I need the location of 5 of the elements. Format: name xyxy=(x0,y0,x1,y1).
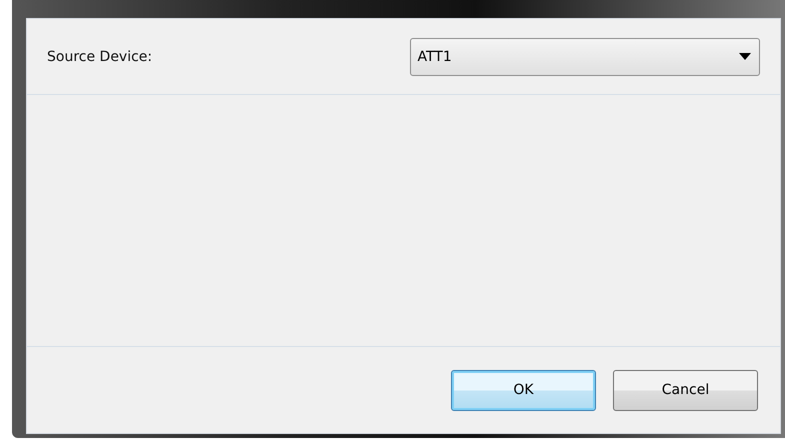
field-label: Source Device: xyxy=(47,48,154,64)
dialog-button[interactable]: Cancel xyxy=(613,370,758,410)
source-device-dropdown[interactable]: ATT1 xyxy=(410,38,760,76)
dropdown-arrow-icon xyxy=(739,53,751,60)
dialog-button[interactable]: OK xyxy=(451,370,596,410)
